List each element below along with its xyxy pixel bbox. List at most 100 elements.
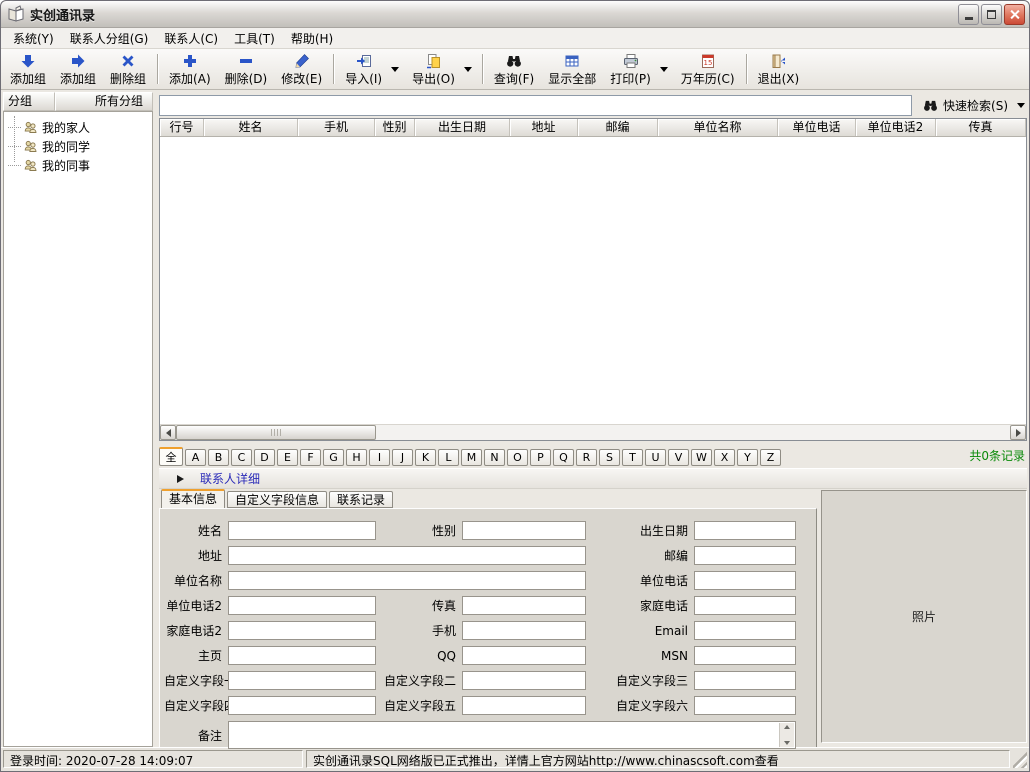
alpha-tab-k[interactable]: K <box>415 449 436 466</box>
alpha-tab-b[interactable]: B <box>208 449 229 466</box>
menu-contacts[interactable]: 联系人(C) <box>156 28 226 49</box>
alpha-tab-j[interactable]: J <box>392 449 413 466</box>
export-dropdown-arrow[interactable] <box>464 67 472 72</box>
custom4-field[interactable] <box>228 696 376 715</box>
custom1-field[interactable] <box>228 671 376 690</box>
menu-tools[interactable]: 工具(T) <box>226 28 283 49</box>
alpha-tab-f[interactable]: F <box>300 449 321 466</box>
table-body[interactable] <box>160 137 1026 424</box>
resize-grip[interactable] <box>1013 750 1027 768</box>
homepage-field[interactable] <box>228 646 376 665</box>
email-field[interactable] <box>694 621 796 640</box>
quick-search-dropdown-arrow[interactable] <box>1017 103 1025 108</box>
import-button[interactable]: 导入(I) <box>338 51 389 88</box>
alpha-tab-y[interactable]: Y <box>737 449 758 466</box>
menu-system[interactable]: 系统(Y) <box>5 28 62 49</box>
edit-contact-button[interactable]: 修改(E) <box>274 51 329 88</box>
export-button[interactable]: 导出(O) <box>405 51 462 88</box>
custom6-field[interactable] <box>694 696 796 715</box>
custom5-field[interactable] <box>462 696 586 715</box>
address-field[interactable] <box>228 546 586 565</box>
company-field[interactable] <box>228 571 586 590</box>
alpha-tab-r[interactable]: R <box>576 449 597 466</box>
col-company-phone2[interactable]: 单位电话2 <box>856 119 936 136</box>
alpha-tab-t[interactable]: T <box>622 449 643 466</box>
print-button[interactable]: 打印(P) <box>603 51 658 88</box>
note-field[interactable] <box>228 721 796 749</box>
scroll-right-button[interactable] <box>1010 425 1026 440</box>
col-fax[interactable]: 传真 <box>936 119 1026 136</box>
alpha-tab-q[interactable]: Q <box>553 449 574 466</box>
company-phone-field[interactable] <box>694 571 796 590</box>
birthday-field[interactable] <box>694 521 796 540</box>
scroll-left-button[interactable] <box>160 425 176 440</box>
tab-custom-fields[interactable]: 自定义字段信息 <box>227 491 327 508</box>
alpha-tab-a[interactable]: A <box>185 449 206 466</box>
col-zipcode[interactable]: 邮编 <box>578 119 658 136</box>
col-gender[interactable]: 性别 <box>375 119 415 136</box>
alpha-tab-i[interactable]: I <box>369 449 390 466</box>
alpha-tab-z[interactable]: Z <box>760 449 781 466</box>
col-mobile[interactable]: 手机 <box>298 119 375 136</box>
tree-item-colleagues[interactable]: 我的同事 <box>4 156 152 175</box>
col-company[interactable]: 单位名称 <box>658 119 778 136</box>
print-dropdown-arrow[interactable] <box>660 67 668 72</box>
menu-contact-groups[interactable]: 联系人分组(G) <box>62 28 157 49</box>
alpha-tab-u[interactable]: U <box>645 449 666 466</box>
add-group-right-button[interactable]: 添加组 <box>53 51 103 88</box>
col-row-number[interactable]: 行号 <box>160 119 204 136</box>
col-name[interactable]: 姓名 <box>204 119 298 136</box>
alpha-tab-m[interactable]: M <box>461 449 482 466</box>
contact-detail-header[interactable]: 联系人详细 <box>159 468 1027 489</box>
col-birthday[interactable]: 出生日期 <box>415 119 510 136</box>
scrollbar-track[interactable] <box>176 425 1010 440</box>
alpha-tab-d[interactable]: D <box>254 449 275 466</box>
tree-item-family[interactable]: 我的家人 <box>4 118 152 137</box>
custom2-field[interactable] <box>462 671 586 690</box>
tab-contact-log[interactable]: 联系记录 <box>329 491 393 508</box>
delete-group-button[interactable]: 删除组 <box>103 51 153 88</box>
sidebar-header-groups[interactable]: 分组 <box>3 92 55 111</box>
alpha-tab-s[interactable]: S <box>599 449 620 466</box>
alpha-tab-g[interactable]: G <box>323 449 344 466</box>
home-phone-field[interactable] <box>694 596 796 615</box>
delete-contact-button[interactable]: 删除(D) <box>218 51 275 88</box>
gender-field[interactable] <box>462 521 586 540</box>
alpha-tab-x[interactable]: X <box>714 449 735 466</box>
home-phone2-field[interactable] <box>228 621 376 640</box>
alpha-tab-w[interactable]: W <box>691 449 712 466</box>
alpha-tab-all[interactable]: 全 <box>159 447 183 466</box>
alpha-tab-n[interactable]: N <box>484 449 505 466</box>
alpha-tab-h[interactable]: H <box>346 449 367 466</box>
tab-basic-info[interactable]: 基本信息 <box>161 489 225 508</box>
quick-search-button[interactable]: 快速检索(S) <box>921 95 1027 116</box>
alpha-tab-e[interactable]: E <box>277 449 298 466</box>
maximize-button[interactable] <box>981 4 1002 25</box>
add-contact-button[interactable]: 添加(A) <box>162 51 218 88</box>
col-address[interactable]: 地址 <box>510 119 578 136</box>
sidebar-header-all-groups[interactable]: 所有分组 <box>55 92 153 111</box>
alpha-tab-o[interactable]: O <box>507 449 528 466</box>
show-all-button[interactable]: 显示全部 <box>541 51 603 88</box>
qq-field[interactable] <box>462 646 586 665</box>
alpha-tab-p[interactable]: P <box>530 449 551 466</box>
close-button[interactable] <box>1004 4 1025 25</box>
exit-button[interactable]: 退出(X) <box>751 51 807 88</box>
note-scrollbar[interactable] <box>779 723 794 747</box>
zipcode-field[interactable] <box>694 546 796 565</box>
search-input[interactable] <box>159 95 912 116</box>
custom3-field[interactable] <box>694 671 796 690</box>
msn-field[interactable] <box>694 646 796 665</box>
tree-item-classmates[interactable]: 我的同学 <box>4 137 152 156</box>
alpha-tab-c[interactable]: C <box>231 449 252 466</box>
photo-panel[interactable]: 照片 <box>821 490 1027 743</box>
name-field[interactable] <box>228 521 376 540</box>
menu-help[interactable]: 帮助(H) <box>283 28 341 49</box>
alpha-tab-v[interactable]: V <box>668 449 689 466</box>
minimize-button[interactable] <box>958 4 979 25</box>
fax-field[interactable] <box>462 596 586 615</box>
scrollbar-thumb[interactable] <box>176 425 376 440</box>
search-button[interactable]: 查询(F) <box>487 51 541 88</box>
alpha-tab-l[interactable]: L <box>438 449 459 466</box>
col-company-phone[interactable]: 单位电话 <box>778 119 856 136</box>
